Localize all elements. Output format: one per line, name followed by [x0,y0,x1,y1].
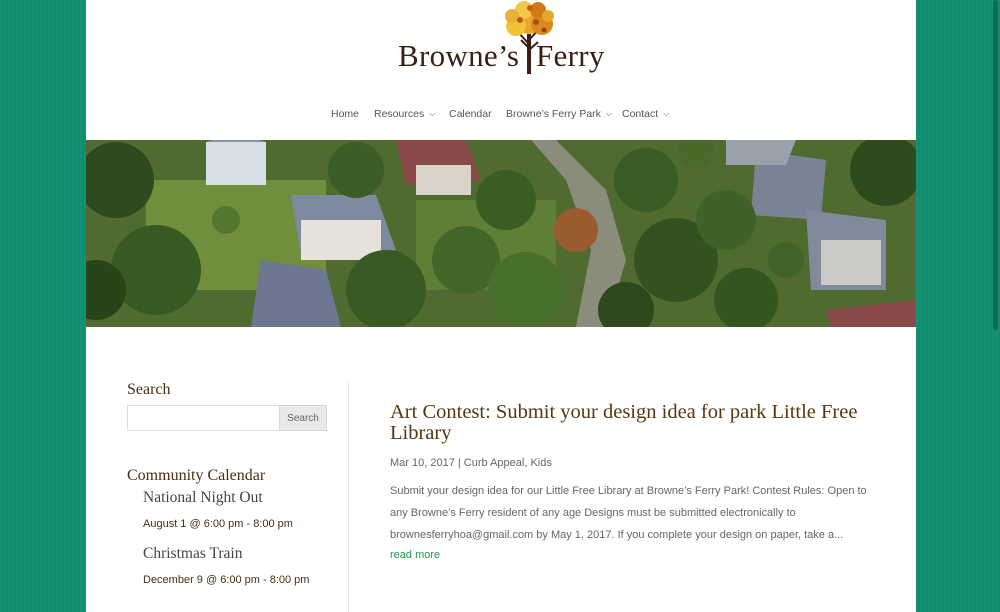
nav-item-label: Home [331,108,360,120]
post-meta: Mar 10, 2017 | Curb Appeal, Kids [390,457,552,469]
page-scrollbar[interactable] [992,0,1000,612]
chevron-down-icon: ⌵ [663,109,670,118]
post-excerpt: Submit your design idea for our Little F… [390,485,867,541]
site-logo[interactable]: Browne’s Ferry [398,0,608,80]
nav-item-label: Contact [622,108,659,120]
page-container: Browne’s Ferry Home Resources ⌵ Calendar [86,0,916,612]
post-title[interactable]: Art Contest: Submit your design idea for… [390,402,880,444]
nav-item-calendar[interactable]: Calendar [449,108,492,120]
search-input[interactable] [127,405,279,431]
nav-item-label: Calendar [449,108,492,120]
event-time: December 9 @ 6:00 pm - 8:00 pm [143,574,310,586]
sidebar-divider [348,382,349,612]
read-more-link[interactable]: read more [390,549,440,561]
chevron-down-icon: ⌵ [605,109,612,118]
nav-item-home[interactable]: Home [331,108,359,120]
search-button[interactable]: Search [279,405,327,431]
event-title-christmas-train[interactable]: Christmas Train [143,545,242,563]
search-widget-title: Search [127,381,171,398]
community-calendar-title: Community Calendar [127,467,266,484]
nav-item-contact[interactable]: Contact ⌵ [622,108,669,120]
event-title-national-night-out[interactable]: National Night Out [143,489,263,507]
logo-text-ferry: Ferry [536,38,605,73]
hero-banner-image [86,140,916,327]
nav-item-resources[interactable]: Resources ⌵ [374,108,435,120]
scrollbar-thumb[interactable] [993,0,998,330]
nav-item-park[interactable]: Browne’s Ferry Park ⌵ [506,108,612,120]
event-time: August 1 @ 6:00 pm - 8:00 pm [143,518,293,530]
main-nav: Home Resources ⌵ Calendar Browne’s Ferry … [86,108,916,124]
chevron-down-icon: ⌵ [429,109,436,118]
aerial-neighborhood-image [86,140,916,327]
nav-item-label: Browne’s Ferry Park [506,108,601,120]
nav-item-label: Resources [374,108,425,120]
